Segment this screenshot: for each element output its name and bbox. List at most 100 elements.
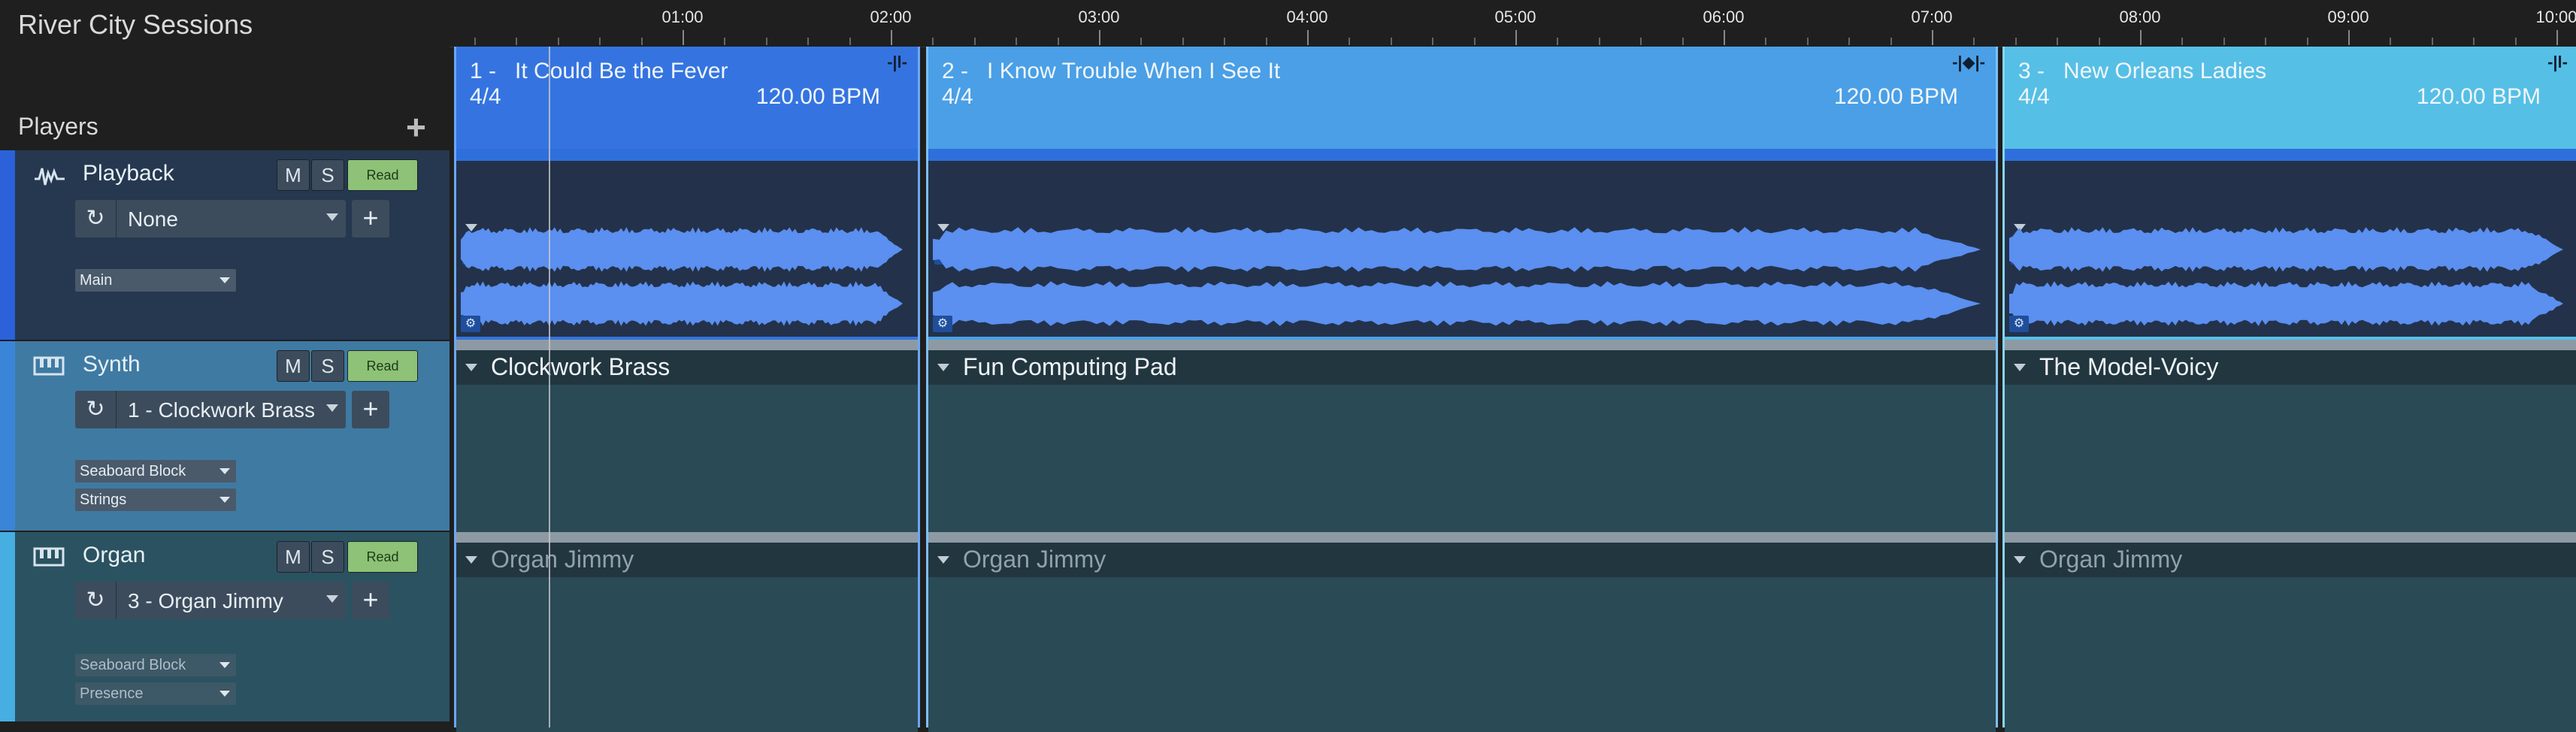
song-title: It Could Be the Fever xyxy=(515,59,728,83)
lane-separator xyxy=(928,532,1996,543)
ruler-minor-tick xyxy=(2098,38,2100,45)
track-name[interactable]: Synth xyxy=(83,352,141,377)
track-name[interactable]: Organ xyxy=(83,543,145,568)
audio-lane-bar xyxy=(928,149,1996,161)
ruler-tick-label: 08:00 xyxy=(2119,8,2161,26)
tempo: 120.00 BPM xyxy=(755,84,880,109)
add-preset-button[interactable]: + xyxy=(352,582,389,619)
ruler-minor-tick xyxy=(765,38,767,45)
output-dropdown[interactable]: Presence xyxy=(75,682,236,705)
ruler-minor-tick xyxy=(1349,38,1351,45)
track-name[interactable]: Playback xyxy=(83,161,174,186)
organ-lane[interactable]: Organ Jimmy xyxy=(456,543,918,732)
audio-lane[interactable]: It Could Be the Fever⚙ xyxy=(456,161,918,337)
section-marker-icon[interactable]: -|l- xyxy=(2547,53,2568,72)
output-dropdown[interactable]: Main xyxy=(75,269,236,292)
chevron-down-icon[interactable] xyxy=(2014,364,2026,371)
add-preset-button[interactable]: + xyxy=(352,200,389,237)
gear-icon[interactable]: ⚙ xyxy=(2009,316,2029,332)
organ-lane[interactable]: Organ Jimmy xyxy=(928,543,1996,732)
playhead[interactable] xyxy=(549,47,550,727)
song-header[interactable]: 1 - It Could Be the Fever 4/4 120.00 BPM… xyxy=(456,47,918,149)
synth-lane[interactable]: Clockwork Brass xyxy=(456,350,918,540)
automation-read-button[interactable]: Read xyxy=(347,159,418,191)
ruler-minor-tick xyxy=(849,38,851,45)
waveform-channel xyxy=(461,227,903,272)
mute-button[interactable]: M xyxy=(277,159,310,191)
organ-patch-name: Organ Jimmy xyxy=(2039,546,2183,573)
song-header[interactable]: 3 - New Orleans Ladies 4/4 120.00 BPM -|… xyxy=(2005,47,2576,149)
plus-icon[interactable]: + xyxy=(406,107,426,147)
gear-icon[interactable]: ⚙ xyxy=(933,316,952,332)
chevron-down-icon xyxy=(219,277,230,283)
chevron-down-icon xyxy=(219,691,230,697)
ruler-minor-tick xyxy=(932,38,934,45)
song-number: 1 - It Could Be the Fever xyxy=(470,59,728,83)
solo-button[interactable]: S xyxy=(311,159,344,191)
tempo: 120.00 BPM xyxy=(2416,84,2541,109)
output-dropdown[interactable]: Strings xyxy=(75,489,236,511)
chevron-down-icon xyxy=(219,662,230,668)
output-dropdown[interactable]: Seaboard Block xyxy=(75,460,236,482)
preset-selector[interactable]: ↻ 1 - Clockwork Brass xyxy=(75,391,346,428)
ruler-minor-tick xyxy=(516,38,518,45)
ruler-minor-tick xyxy=(973,38,976,45)
song-block[interactable]: 1 - It Could Be the Fever 4/4 120.00 BPM… xyxy=(454,47,920,732)
audio-lane[interactable]: I Know Trouble When I See It⚙ xyxy=(928,161,1996,337)
synth-lane[interactable]: Fun Computing Pad xyxy=(928,350,1996,540)
song-block[interactable]: 2 - I Know Trouble When I See It 4/4 120… xyxy=(926,47,1998,732)
chevron-down-icon xyxy=(326,404,338,412)
section-marker-icon[interactable]: -|l- xyxy=(887,53,907,72)
track-color-stripe xyxy=(0,150,15,340)
song-header[interactable]: 2 - I Know Trouble When I See It 4/4 120… xyxy=(928,47,1996,149)
preset-selector[interactable]: ↻ None xyxy=(75,200,346,237)
gear-icon[interactable]: ⚙ xyxy=(461,316,480,332)
ruler-major-tick xyxy=(1724,30,1725,45)
preset-name: None xyxy=(128,207,178,231)
ruler-major-tick xyxy=(1515,30,1517,45)
track-header-playback[interactable]: Playback M S Read ↻ None + Main xyxy=(0,150,450,340)
preset-selector[interactable]: ↻ 3 - Organ Jimmy xyxy=(75,582,346,619)
ruler-major-tick xyxy=(683,30,684,45)
section-marker-icon[interactable]: -|◆|- xyxy=(1952,53,1985,72)
chevron-down-icon xyxy=(326,213,338,221)
timeline-ruler[interactable]: 01:00 02:00 03:00 04:00 05:00 06:00 07:00 08:00… xyxy=(450,0,2576,47)
ruler-minor-tick xyxy=(2181,38,2184,45)
mute-button[interactable]: M xyxy=(277,350,310,382)
synth-lane[interactable]: The Model-Voicy xyxy=(2005,350,2576,540)
organ-lane[interactable]: Organ Jimmy xyxy=(2005,543,2576,732)
audio-lane[interactable]: New Orleans Ladies⚙ xyxy=(2005,161,2576,337)
waveform-channel xyxy=(933,227,1981,272)
chevron-down-icon[interactable] xyxy=(465,364,477,371)
loop-icon[interactable]: ↻ xyxy=(75,582,117,619)
loop-icon[interactable]: ↻ xyxy=(75,200,117,237)
waveform-channel xyxy=(461,281,903,326)
mute-button[interactable]: M xyxy=(277,541,310,573)
waveform xyxy=(461,227,903,326)
automation-read-button[interactable]: Read xyxy=(347,350,418,382)
chevron-down-icon[interactable] xyxy=(937,364,949,371)
chevron-down-icon[interactable] xyxy=(2014,556,2026,564)
ruler-minor-tick xyxy=(1473,38,1476,45)
ruler-minor-tick xyxy=(1057,38,1059,45)
waveform-icon xyxy=(33,164,66,188)
chevron-down-icon[interactable] xyxy=(937,556,949,564)
loop-icon[interactable]: ↻ xyxy=(75,391,117,428)
add-preset-button[interactable]: + xyxy=(352,391,389,428)
solo-button[interactable]: S xyxy=(311,541,344,573)
output-dropdown[interactable]: Seaboard Block xyxy=(75,654,236,676)
solo-button[interactable]: S xyxy=(311,350,344,382)
ruler-minor-tick xyxy=(640,38,643,45)
waveform-channel xyxy=(933,281,1981,326)
ruler-minor-tick xyxy=(1224,38,1226,45)
track-header-organ[interactable]: Organ M S Read ↻ 3 - Organ Jimmy + Seabo… xyxy=(0,532,450,721)
ruler-minor-tick xyxy=(557,38,559,45)
ruler-minor-tick xyxy=(2431,38,2433,45)
track-header-synth[interactable]: Synth M S Read ↻ 1 - Clockwork Brass + S… xyxy=(0,341,450,531)
ruler-minor-tick xyxy=(1432,38,1434,45)
automation-read-button[interactable]: Read xyxy=(347,541,418,573)
song-block[interactable]: 3 - New Orleans Ladies 4/4 120.00 BPM -|… xyxy=(2002,47,2576,732)
ruler-minor-tick xyxy=(1016,38,1018,45)
chevron-down-icon[interactable] xyxy=(465,556,477,564)
ruler-tick-label: 03:00 xyxy=(1078,8,1120,26)
